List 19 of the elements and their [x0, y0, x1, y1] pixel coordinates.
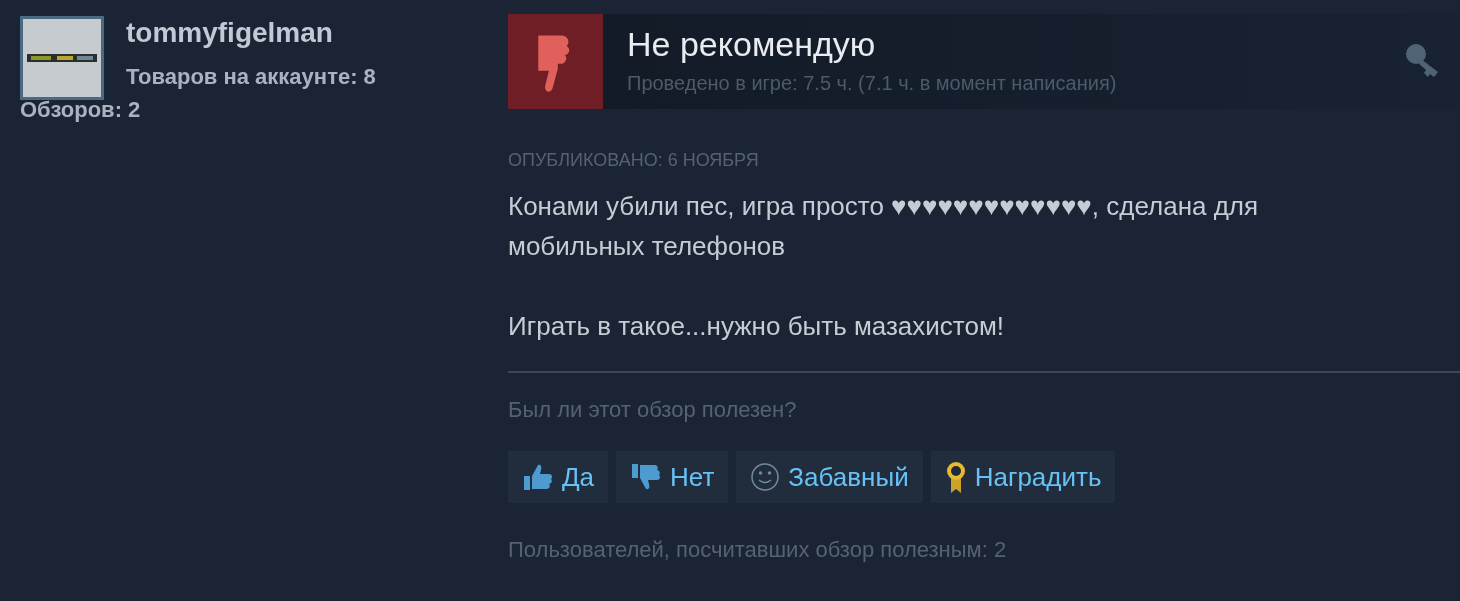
review-paragraph: Конами убили пес, игра просто ♥♥♥♥♥♥♥♥♥♥♥♥♥, сделана для мобильных телефонов: [508, 190, 1260, 263]
username[interactable]: tommyfigelman: [126, 16, 376, 50]
user-avatar[interactable]: [20, 16, 104, 100]
thumbs-up-icon: [522, 462, 554, 492]
helpful-count: Пользователей, посчитавших обзор полезным: 2: [508, 536, 1008, 564]
posted-date: ОПУБЛИКОВАНО: 6 НОЯБРЯ: [508, 149, 760, 172]
playtime-text: Проведено в игре: 7.5 ч. (7.1 ч. в момент написания): [627, 71, 1118, 96]
award-ribbon-icon: [944, 460, 967, 494]
products-count[interactable]: Товаров на аккаунте: 8: [126, 60, 376, 93]
review-paragraph: Играть в такое...нужно быть мазахистом!: [508, 310, 1006, 343]
thumbs-down-icon: [630, 462, 663, 492]
vote-button[interactable]: Наградить: [930, 451, 1116, 503]
review-title: Не рекомендую: [627, 24, 877, 64]
vote-button[interactable]: Нет: [616, 451, 729, 503]
vote-button[interactable]: Забавный: [736, 451, 923, 503]
smiley-icon: [750, 462, 781, 492]
helpful-prompt: Был ли этот обзор полезен?: [508, 396, 798, 424]
reviews-count[interactable]: Обзоров: 2: [20, 98, 508, 122]
vote-button[interactable]: Да: [508, 451, 609, 503]
